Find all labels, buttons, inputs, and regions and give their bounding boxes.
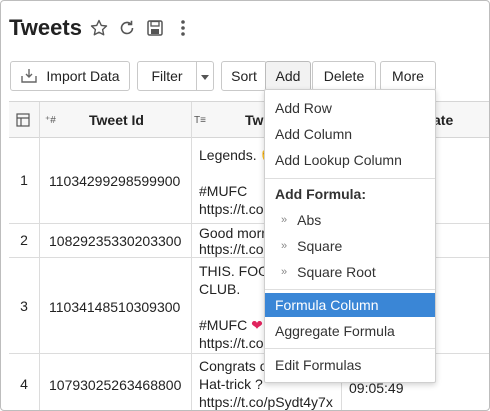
delete-button[interactable]: Delete — [312, 61, 376, 91]
menu-item-abs[interactable]: » Abs — [265, 208, 435, 232]
menu-item-formula-column[interactable]: Formula Column — [265, 293, 435, 317]
row-number: 1 — [20, 172, 28, 188]
menu-item-square-root-label: Square Root — [297, 264, 376, 280]
row-number: 2 — [20, 232, 28, 248]
menu-item-abs-label: Abs — [297, 212, 322, 228]
menu-item-aggregate-formula[interactable]: Aggregate Formula — [265, 319, 435, 343]
menu-divider — [265, 178, 435, 179]
column-header-date[interactable]: ate — [433, 102, 453, 138]
import-data-label: Import Data — [46, 68, 120, 84]
row-number: 4 — [20, 376, 28, 392]
chevron-right-icon: » — [281, 266, 288, 278]
menu-item-square[interactable]: » Square — [265, 234, 435, 258]
filter-button[interactable]: Filter — [137, 61, 197, 91]
add-label: Add — [275, 68, 301, 84]
column-header-tweet-id[interactable]: Tweet Id — [89, 102, 144, 138]
chevron-right-icon: » — [281, 214, 288, 226]
more-vertical-icon[interactable] — [172, 17, 194, 39]
menu-divider — [265, 348, 435, 349]
app-frame: Tweets Import Data Filter Sort Add Delet… — [0, 0, 490, 411]
more-button[interactable]: More — [380, 61, 436, 91]
filter-dropdown-button[interactable] — [196, 61, 214, 91]
menu-divider — [265, 289, 435, 290]
sort-label: Sort — [231, 68, 257, 84]
menu-item-add-row[interactable]: Add Row — [265, 96, 435, 120]
menu-item-square-root[interactable]: » Square Root — [265, 260, 435, 284]
menu-item-edit-formulas[interactable]: Edit Formulas — [265, 353, 435, 377]
page-title: Tweets — [9, 15, 82, 40]
menu-item-add-lookup-column[interactable]: Add Lookup Column — [265, 148, 435, 172]
refresh-icon[interactable] — [116, 17, 138, 39]
import-data-button[interactable]: Import Data — [10, 61, 130, 91]
menu-heading-add-formula: Add Formula: — [275, 186, 366, 202]
tweet-text-line: https://t.co/pSydt4y7x — [199, 394, 333, 410]
menu-item-add-column[interactable]: Add Column — [265, 122, 435, 146]
add-button[interactable]: Add — [265, 61, 311, 91]
more-label: More — [392, 68, 424, 84]
filter-label: Filter — [151, 68, 183, 84]
heart-emoji: ❤ — [251, 317, 263, 333]
column-settings-icon[interactable] — [16, 102, 30, 138]
save-icon[interactable] — [144, 17, 166, 39]
column-header-tweet[interactable]: Tw — [245, 102, 263, 138]
row-number: 3 — [20, 298, 28, 314]
tweet-id-cell: 11034299298599900 — [49, 173, 181, 189]
text-type-icon: T≡ — [194, 114, 206, 126]
tweet-id-cell: 10793025263468800 — [49, 377, 182, 393]
tweet-id-cell: 10829235330203300 — [49, 233, 182, 249]
menu-item-square-label: Square — [297, 238, 343, 254]
add-dropdown-menu: Add Row Add Column Add Lookup Column Add… — [264, 89, 436, 383]
chevron-right-icon: » — [281, 240, 288, 252]
tweet-id-cell: 11034148510309300 — [49, 299, 181, 315]
import-icon — [20, 68, 38, 84]
caret-down-icon — [201, 68, 209, 84]
number-type-icon: ⁺# — [45, 114, 56, 126]
delete-label: Delete — [323, 68, 365, 84]
star-icon[interactable] — [88, 17, 110, 39]
sort-button[interactable]: Sort — [221, 61, 267, 91]
title-row: Tweets — [9, 11, 194, 45]
